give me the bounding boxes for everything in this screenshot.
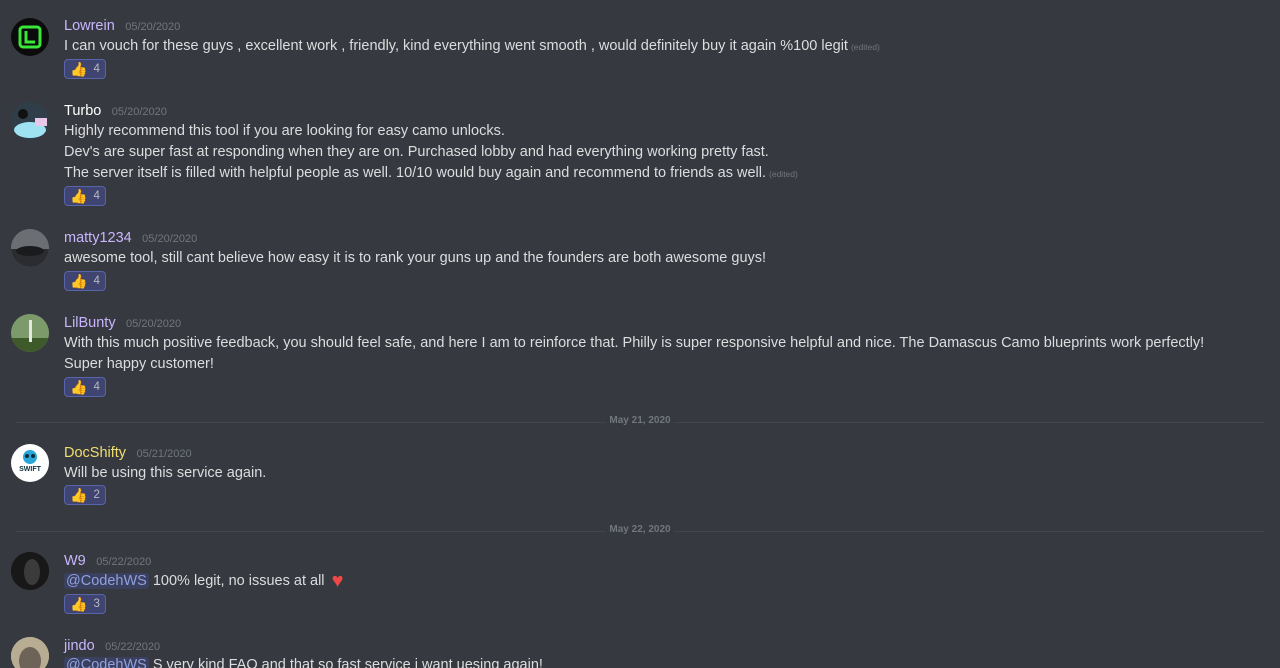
turbo-avatar-icon [11, 102, 49, 140]
message-line: I can vouch for these guys , excellent w… [64, 38, 848, 54]
avatar[interactable] [11, 102, 49, 140]
avatar[interactable] [11, 229, 49, 267]
date-divider: May 21, 2020 [0, 415, 1280, 429]
reaction-count: 4 [93, 381, 100, 393]
avatar-logo-text: SWIFT [19, 466, 41, 473]
message-line: The server itself is filled with helpful… [64, 165, 767, 181]
timestamp: 05/20/2020 [142, 233, 198, 245]
user-mention[interactable]: @CodehWS [64, 657, 149, 668]
message-text: The server itself is filled with helpful… [64, 163, 1230, 185]
message-line: S very kind FAQ and that so fast service… [152, 657, 543, 668]
reaction-count: 4 [93, 275, 100, 287]
message-line: 100% legit, no issues at all [152, 573, 325, 589]
swift-logo-icon [12, 445, 48, 481]
message-line: With this much positive feedback, you sh… [64, 335, 1205, 372]
landscape-avatar-icon [11, 314, 49, 352]
avatar[interactable] [11, 18, 49, 56]
thumbs-up-icon: 👍 [70, 61, 88, 77]
timestamp: 05/20/2020 [126, 318, 182, 330]
avatar[interactable]: SWIFT [11, 444, 49, 482]
username[interactable]: Lowrein [64, 18, 115, 34]
reaction-thumbs-up[interactable]: 👍 4 [64, 59, 106, 79]
reaction-thumbs-up[interactable]: 👍 4 [64, 377, 106, 397]
chat-messages: Lowrein 05/20/2020 I can vouch for these… [0, 0, 1280, 668]
avatar[interactable] [11, 552, 49, 590]
timestamp: 05/20/2020 [111, 106, 167, 118]
car-avatar-icon [11, 229, 49, 267]
reaction-count: 2 [93, 489, 100, 501]
reaction-count: 3 [93, 598, 100, 610]
message-line: Highly recommend this tool if you are lo… [64, 123, 505, 139]
message-line: Will be using this service again. [64, 465, 267, 481]
avatar[interactable] [11, 314, 49, 352]
message-lowrein: Lowrein 05/20/2020 I can vouch for these… [0, 0, 1280, 90]
person-avatar-icon [11, 637, 49, 668]
thumbs-up-icon: 👍 [70, 596, 88, 612]
message-line: Dev's are super fast at responding when … [64, 144, 769, 160]
edited-marker: (edited) [850, 42, 880, 52]
date-divider-label: May 21, 2020 [605, 415, 675, 426]
date-divider-label: May 22, 2020 [605, 524, 675, 535]
dark-figure-avatar-icon [11, 552, 49, 590]
username[interactable]: matty1234 [64, 230, 132, 246]
date-divider: May 22, 2020 [0, 524, 1280, 538]
message-text: @CodehWS 100% legit, no issues at all ♥ [64, 571, 1230, 592]
reaction-thumbs-up[interactable]: 👍 3 [64, 594, 106, 614]
red-heart-icon: ♥ [331, 570, 344, 592]
username[interactable]: jindo [64, 638, 95, 654]
thumbs-up-icon: 👍 [70, 487, 88, 503]
reaction-count: 4 [93, 63, 100, 75]
message-line: awesome tool, still cant believe how eas… [64, 250, 767, 266]
reaction-thumbs-up[interactable]: 👍 4 [64, 271, 106, 291]
green-l-logo-icon [18, 25, 42, 49]
timestamp: 05/20/2020 [125, 21, 181, 33]
timestamp: 05/22/2020 [96, 556, 152, 568]
reaction-count: 4 [93, 190, 100, 202]
reaction-thumbs-up[interactable]: 👍 2 [64, 485, 106, 505]
avatar[interactable] [11, 637, 49, 668]
timestamp: 05/22/2020 [105, 641, 161, 653]
thumbs-up-icon: 👍 [70, 188, 88, 204]
message-text: I can vouch for these guys , excellent w… [64, 36, 1230, 58]
thumbs-up-icon: 👍 [70, 379, 88, 395]
edited-marker: (edited) [769, 169, 798, 179]
user-mention[interactable]: @CodehWS [64, 573, 149, 589]
thumbs-up-icon: 👍 [70, 273, 88, 289]
username[interactable]: W9 [64, 553, 86, 569]
username[interactable]: LilBunty [64, 315, 116, 331]
username[interactable]: Turbo [64, 103, 101, 119]
username[interactable]: DocShifty [64, 445, 126, 461]
reaction-thumbs-up[interactable]: 👍 4 [64, 186, 106, 206]
timestamp: 05/21/2020 [136, 448, 192, 460]
message-text: @CodehWS S very kind FAQ and that so fas… [64, 655, 1230, 668]
